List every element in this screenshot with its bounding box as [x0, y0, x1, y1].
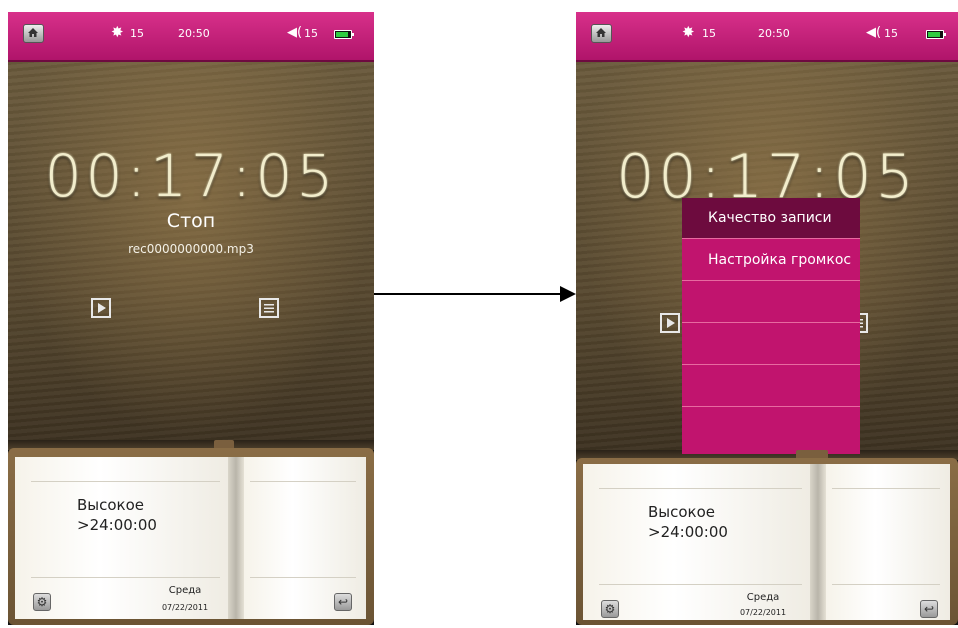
device-screen-before: ✸ 15 20:50 ◀( 15 00:17:05 Стоп rec000000… [8, 12, 374, 625]
back-button[interactable]: ↩ [920, 600, 938, 618]
date: 07/22/2011 [739, 608, 787, 617]
page-rule [832, 488, 940, 489]
book-left-page: Высокое >24:00:00 ⚙ Среда 07/22/2011 [15, 457, 228, 619]
weekday: Среда [168, 585, 202, 596]
battery-icon [334, 30, 354, 39]
clock-time: 20:50 [758, 27, 790, 40]
sun-icon: ✸ [682, 23, 695, 41]
transition-arrow-head [560, 286, 576, 302]
speaker-icon[interactable]: ◀( [287, 25, 302, 40]
menu-item-empty[interactable] [682, 324, 860, 365]
settings-button[interactable]: ⚙ [33, 593, 51, 611]
back-button[interactable]: ↩ [334, 593, 352, 611]
status-bar: ✸ 15 20:50 ◀( 15 [8, 12, 374, 62]
gear-icon: ⚙ [604, 602, 616, 616]
book-tab [796, 450, 828, 458]
play-icon [667, 318, 675, 328]
book-right-page: ↩ [826, 464, 950, 620]
transition-arrow-line [374, 293, 562, 295]
recorder-panel: 00:17:05 Стоп rec0000000000.mp3 [8, 62, 374, 440]
menu-item-volume-settings[interactable]: Настройка громкос [682, 240, 860, 281]
weekday: Среда [746, 592, 780, 603]
gear-icon: ⚙ [36, 595, 48, 609]
play-button[interactable] [660, 313, 680, 333]
sun-icon: ✸ [111, 23, 124, 41]
play-button[interactable] [91, 298, 111, 318]
play-icon [98, 303, 106, 313]
book-tab [214, 440, 234, 448]
book-spine [810, 464, 826, 620]
quality-value: Высокое [648, 503, 716, 521]
remaining-time: >24:00:00 [77, 516, 157, 534]
page-rule [31, 481, 220, 482]
book-right-page: ↩ [244, 457, 366, 619]
page-rule [599, 488, 802, 489]
info-book: Высокое >24:00:00 ⚙ Среда 07/22/2011 ↩ [576, 450, 958, 625]
info-book: Высокое >24:00:00 ⚙ Среда 07/22/2011 ↩ [8, 440, 374, 625]
device-screen-after: ✸ 15 20:50 ◀( 15 00:17:05 Качество запис… [576, 12, 958, 625]
page-rule [31, 577, 220, 578]
battery-icon [926, 30, 946, 39]
options-menu: Качество записи Настройка громкос [682, 198, 860, 454]
book-spine [228, 457, 244, 619]
quality-value: Высокое [77, 496, 145, 514]
date: 07/22/2011 [161, 603, 209, 612]
remaining-time: >24:00:00 [648, 523, 728, 541]
clock-time: 20:50 [178, 27, 210, 40]
menu-item-empty[interactable] [682, 282, 860, 323]
settings-button[interactable]: ⚙ [601, 600, 619, 618]
page-rule [250, 577, 356, 578]
recorder-state: Стоп [166, 210, 216, 232]
recording-filename: rec0000000000.mp3 [128, 242, 254, 256]
volume-value: 15 [884, 27, 898, 40]
status-bar: ✸ 15 20:50 ◀( 15 [576, 12, 958, 62]
return-icon: ↩ [337, 595, 349, 609]
recording-timer: 00:17:05 [44, 142, 338, 210]
menu-item-recording-quality[interactable]: Качество записи [682, 198, 860, 239]
menu-item-empty[interactable] [682, 366, 860, 407]
return-icon: ↩ [923, 602, 935, 616]
home-icon[interactable] [23, 24, 44, 43]
brightness-value: 15 [702, 27, 716, 40]
list-button[interactable] [259, 298, 279, 318]
brightness-value: 15 [130, 27, 144, 40]
menu-item-empty[interactable] [682, 408, 860, 449]
page-rule [832, 584, 940, 585]
speaker-icon[interactable]: ◀( [866, 25, 881, 40]
page-rule [599, 584, 802, 585]
book-left-page: Высокое >24:00:00 ⚙ Среда 07/22/2011 [583, 464, 810, 620]
home-icon[interactable] [591, 24, 612, 43]
list-icon [264, 304, 274, 313]
volume-value: 15 [304, 27, 318, 40]
page-rule [250, 481, 356, 482]
